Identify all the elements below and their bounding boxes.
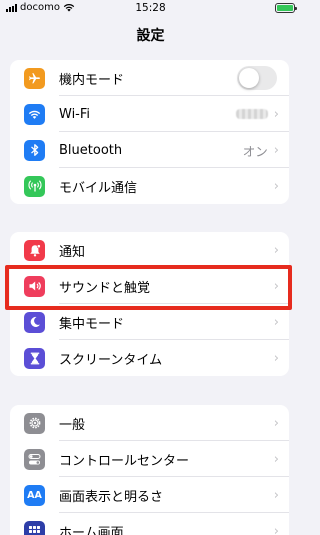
- status-right: [275, 3, 297, 13]
- settings-row-label: モバイル通信: [59, 180, 138, 196]
- settings-row-label: コントロールセンター: [59, 453, 190, 469]
- grid-icon: [24, 520, 45, 535]
- wifi-icon: [24, 103, 45, 125]
- settings-row-sounds-haptics[interactable]: サウンドと触覚 ›: [10, 268, 289, 304]
- settings-row-label: 機内モード: [59, 72, 125, 88]
- page-title: 設定: [136, 28, 165, 44]
- airplane-mode-toggle[interactable]: [237, 66, 277, 90]
- gear-icon: [24, 412, 45, 434]
- chevron-right-icon: ›: [273, 242, 279, 258]
- settings-row-label: スクリーンタイム: [59, 352, 163, 368]
- chevron-right-icon: ›: [273, 106, 279, 122]
- bluetooth-status-value: オン: [242, 143, 268, 159]
- settings-row-label: 一般: [59, 417, 86, 433]
- airplane-icon: [24, 67, 45, 89]
- chevron-right-icon: ›: [273, 278, 279, 294]
- settings-row-label: 通知: [59, 244, 86, 260]
- settings-row-display-brightness[interactable]: AA 画面表示と明るさ ›: [10, 477, 289, 513]
- aa-icon: AA: [24, 484, 45, 506]
- chevron-right-icon: ›: [273, 178, 279, 194]
- settings-row-bluetooth[interactable]: Bluetooth オン ›: [10, 132, 289, 168]
- wifi-network-obscured: [235, 109, 268, 119]
- settings-row-label: サウンドと触覚: [59, 280, 151, 296]
- settings-row-screen-time[interactable]: スクリーンタイム ›: [10, 340, 289, 376]
- status-bar: docomo 15:28: [0, 0, 301, 16]
- antenna-icon: [24, 175, 45, 197]
- settings-row-label: 画面表示と明るさ: [59, 489, 164, 505]
- settings-row-label: 集中モード: [59, 316, 125, 332]
- settings-group-notifications: 通知 › サウンドと触覚 › 集中モード › スクリーンタイム ›: [10, 232, 289, 376]
- settings-row-wifi[interactable]: Wi-Fi ›: [10, 96, 289, 132]
- settings-row-home-screen[interactable]: ホーム画面 ›: [10, 513, 289, 535]
- bell-icon: [24, 239, 45, 261]
- settings-row-notifications[interactable]: 通知 ›: [10, 232, 289, 268]
- settings-group-general: 一般 › コントロールセンター › AA 画面表示と明るさ › ホーム画面 ›: [10, 405, 289, 535]
- chevron-right-icon: ›: [273, 314, 279, 330]
- chevron-right-icon: ›: [273, 350, 279, 366]
- settings-row-label: Wi-Fi: [59, 106, 91, 122]
- switches-icon: [24, 448, 45, 470]
- bluetooth-icon: [24, 139, 45, 161]
- chevron-right-icon: ›: [273, 142, 279, 158]
- moon-icon: [24, 311, 45, 333]
- settings-row-general[interactable]: 一般 ›: [10, 405, 289, 441]
- settings-row-focus[interactable]: 集中モード ›: [10, 304, 289, 340]
- chevron-right-icon: ›: [273, 487, 279, 503]
- settings-row-cellular[interactable]: モバイル通信 ›: [10, 168, 289, 204]
- settings-row-label: Bluetooth: [59, 142, 123, 158]
- settings-row-airplane-mode[interactable]: 機内モード: [10, 60, 289, 96]
- status-time: 15:28: [135, 2, 166, 14]
- settings-row-label: ホーム画面: [59, 525, 124, 535]
- hourglass-icon: [24, 347, 45, 369]
- chevron-right-icon: ›: [273, 523, 279, 535]
- speaker-icon: [24, 275, 45, 297]
- battery-icon: [275, 3, 297, 13]
- chevron-right-icon: ›: [273, 415, 279, 431]
- settings-row-control-center[interactable]: コントロールセンター ›: [10, 441, 289, 477]
- chevron-right-icon: ›: [273, 451, 279, 467]
- settings-group-connectivity: 機内モード Wi-Fi › Bluetooth オン › モバイル通信 ›: [10, 60, 289, 204]
